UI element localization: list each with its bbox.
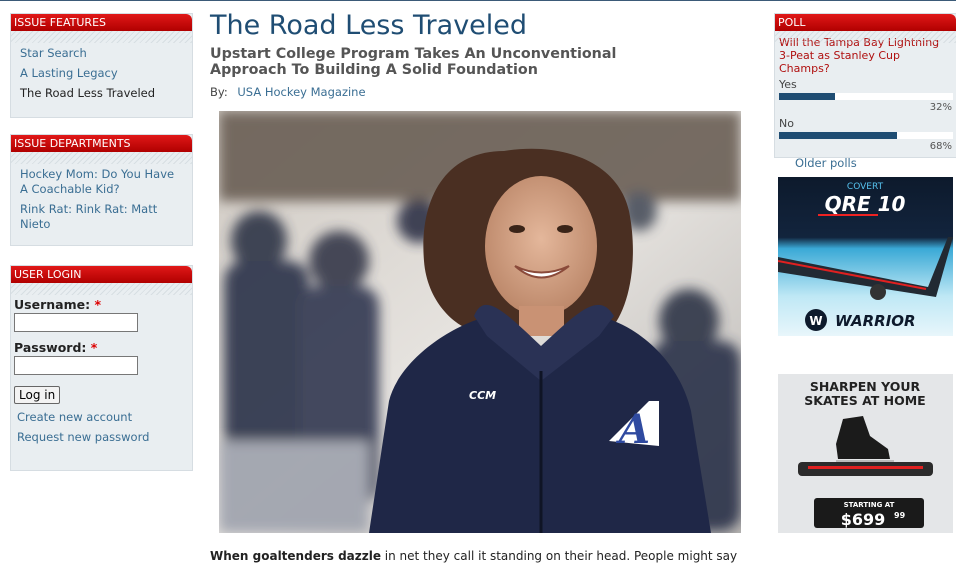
issue-features-block: ISSUE FEATURES Star Search A Lasting Leg… <box>10 13 193 118</box>
ad-headline-line2: SKATES AT HOME <box>804 393 925 408</box>
poll-block: POLL Will the Tampa Bay Lightning 3-Peat… <box>774 13 956 170</box>
feature-link-current[interactable]: The Road Less Traveled <box>20 86 184 101</box>
svg-text:W: W <box>809 314 822 328</box>
top-rule <box>0 0 956 1</box>
block-title: ISSUE FEATURES <box>11 14 192 43</box>
byline: By: USA Hockey Magazine <box>210 85 366 99</box>
create-account-link[interactable]: Create new account <box>17 410 192 424</box>
ad-price: $699 <box>841 510 886 529</box>
skate-sharpener-ad[interactable]: SHARPEN YOUR SKATES AT HOME STARTING AT … <box>778 374 953 533</box>
username-field[interactable] <box>14 313 138 332</box>
ad-headline-line1: SHARPEN YOUR <box>810 379 921 394</box>
poll-bar-fill <box>779 93 835 100</box>
feature-link-lasting-legacy[interactable]: A Lasting Legacy <box>20 66 184 81</box>
sharpener-ad-image: SHARPEN YOUR SKATES AT HOME STARTING AT … <box>778 374 953 533</box>
block-title: ISSUE DEPARTMENTS <box>11 135 192 164</box>
feature-link-star-search[interactable]: Star Search <box>20 46 184 61</box>
password-field[interactable] <box>14 356 138 375</box>
poll-option-no: No <box>779 117 794 130</box>
svg-text:A: A <box>615 406 650 453</box>
warrior-covert-ad[interactable]: COVERT QRE 10 W WARRIOR <box>778 177 953 336</box>
username-label: Username: * <box>14 297 101 312</box>
older-polls-link[interactable]: Older polls <box>795 156 956 170</box>
article-subtitle: Upstart College Program Takes An Unconve… <box>210 46 617 78</box>
poll-percent-yes: 32% <box>929 102 952 113</box>
warrior-ad-image: COVERT QRE 10 W WARRIOR <box>778 177 953 336</box>
byline-label: By: <box>210 85 228 99</box>
department-link-hockey-mom[interactable]: Hockey Mom: Do You Have A Coachable Kid? <box>20 167 184 197</box>
author-link[interactable]: USA Hockey Magazine <box>237 85 365 99</box>
poll-option-yes: Yes <box>779 78 797 91</box>
password-label: Password: * <box>14 340 98 355</box>
block-title: USER LOGIN <box>11 266 192 295</box>
issue-departments-block: ISSUE DEPARTMENTS Hockey Mom: Do You Hav… <box>10 134 193 246</box>
article-photo: CCM A <box>219 111 741 533</box>
block-title: POLL <box>775 14 956 43</box>
request-password-link[interactable]: Request new password <box>17 430 192 444</box>
article-intro: When goaltenders dazzle in net they call… <box>210 549 738 563</box>
login-button[interactable]: Log in <box>14 386 61 404</box>
ad-starting-at: STARTING AT <box>844 501 895 509</box>
warrior-brand: WARRIOR <box>835 312 916 330</box>
poll-percent-no: 68% <box>929 141 952 152</box>
player-photo-image: CCM A <box>219 111 741 533</box>
ad-price-cents: 99 <box>894 511 906 520</box>
svg-text:CCM: CCM <box>469 389 496 402</box>
department-link-rink-rat[interactable]: Rink Rat: Rink Rat: Matt Nieto <box>20 202 184 232</box>
poll-bar-no <box>779 132 953 139</box>
poll-bar-yes <box>779 93 953 100</box>
page-title: The Road Less Traveled <box>210 10 528 41</box>
covert-brand-top: COVERT <box>847 182 884 192</box>
poll-bar-fill <box>779 132 898 139</box>
user-login-block: USER LOGIN Username: * Password: * Log i… <box>10 265 193 471</box>
covert-model: QRE 10 <box>825 192 906 216</box>
